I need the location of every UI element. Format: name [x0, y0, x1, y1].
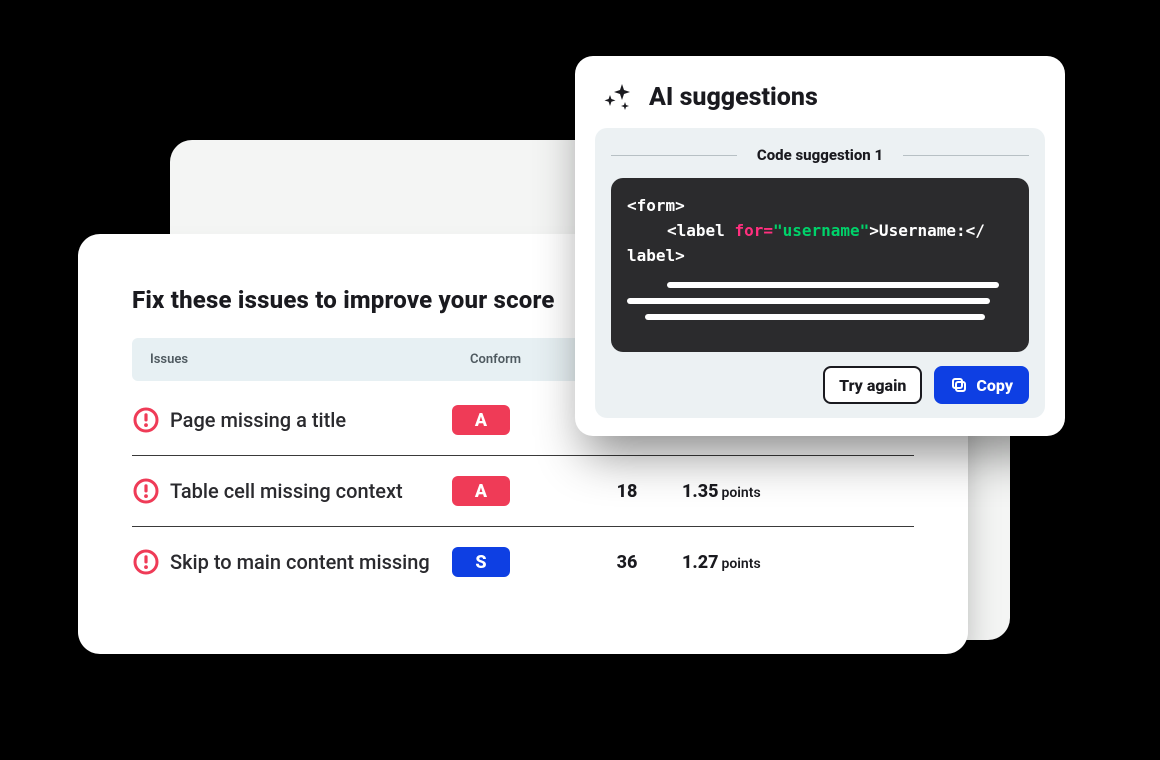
- code-suggestion-heading: Code suggestion 1: [611, 146, 1029, 164]
- code-skeleton-lines: [627, 282, 1013, 320]
- ai-suggestions-title: AI suggestions: [649, 83, 818, 112]
- col-issues: Issues: [150, 352, 470, 367]
- copy-button[interactable]: Copy: [934, 366, 1029, 404]
- conformance-badge: A: [452, 405, 510, 435]
- sparkles-icon: [601, 80, 635, 114]
- issue-count: 36: [572, 552, 682, 573]
- col-conformance: Conform: [470, 352, 590, 367]
- issue-label: Table cell missing context: [170, 479, 452, 503]
- alert-icon: [132, 406, 160, 434]
- ai-suggestions-body: Code suggestion 1 <form> <label for="use…: [595, 128, 1045, 418]
- issue-row[interactable]: Skip to main content missing S 36 1.27po…: [132, 527, 914, 597]
- code-snippet: <form> <label for="username">Username:</…: [611, 178, 1029, 352]
- ai-suggestions-card: AI suggestions Code suggestion 1 <form> …: [575, 56, 1065, 436]
- issue-row[interactable]: Table cell missing context A 18 1.35poin…: [132, 456, 914, 527]
- conformance-badge: S: [452, 547, 510, 577]
- copy-icon: [950, 376, 968, 394]
- alert-icon: [132, 548, 160, 576]
- conformance-badge: A: [452, 476, 510, 506]
- issue-points: 1.27points: [682, 552, 842, 573]
- code-suggestion-label: Code suggestion 1: [751, 146, 889, 164]
- issue-points: 1.35points: [682, 481, 842, 502]
- issue-label: Page missing a title: [170, 408, 452, 432]
- issue-label: Skip to main content missing: [170, 550, 452, 574]
- ai-suggestions-header: AI suggestions: [595, 76, 1045, 128]
- issue-count: 18: [572, 481, 682, 502]
- try-again-button[interactable]: Try again: [823, 366, 922, 404]
- alert-icon: [132, 477, 160, 505]
- ai-suggestions-actions: Try again Copy: [611, 366, 1029, 404]
